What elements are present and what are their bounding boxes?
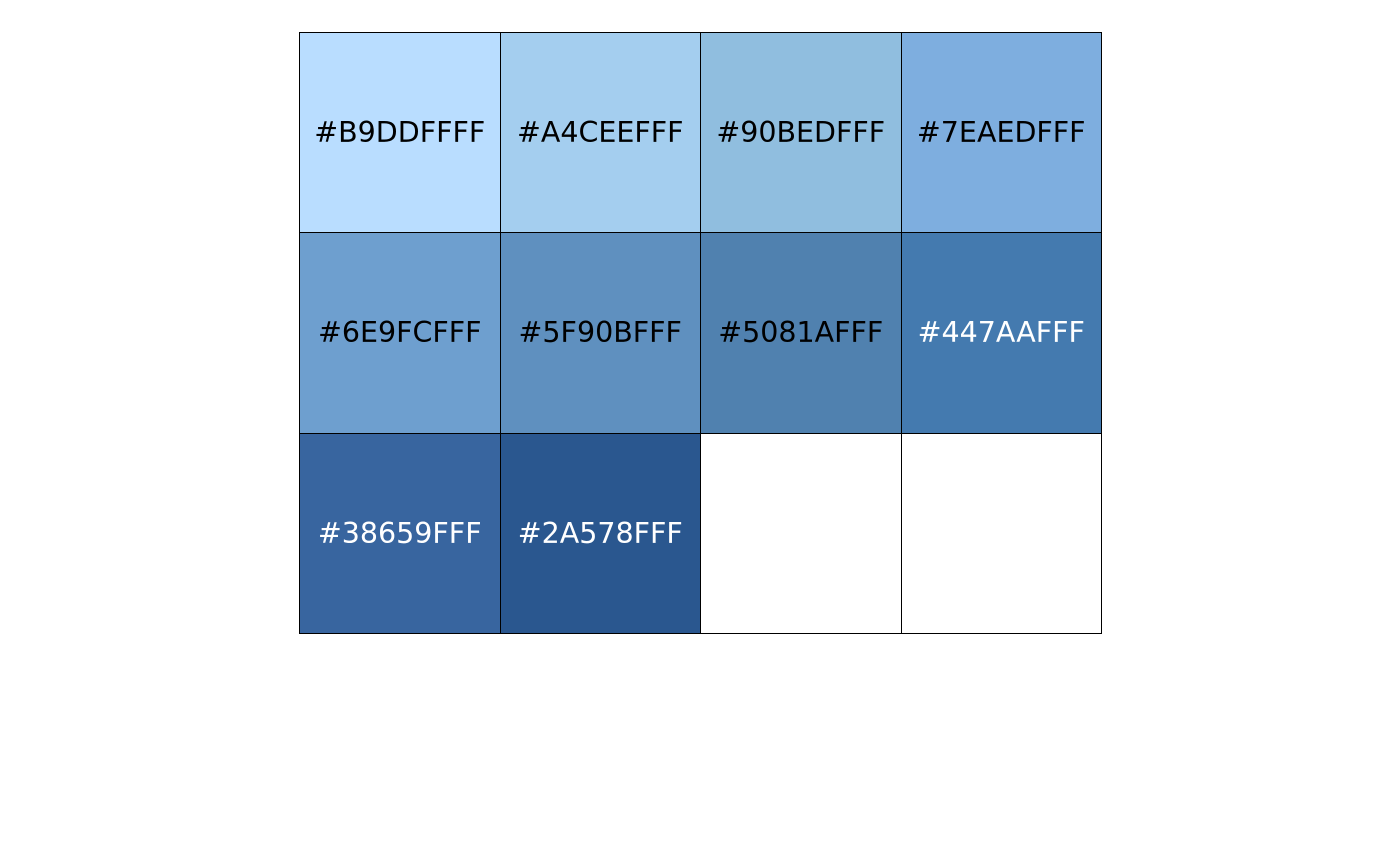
color-swatch-grid: #B9DDFFFF #A4CEEFFF #90BEDFFF #7EAEDFFF #6E9… bbox=[299, 32, 1102, 634]
color-swatch: #5F90BFFF bbox=[499, 232, 701, 434]
color-swatch: #A4CEEFFF bbox=[499, 32, 701, 234]
empty-cell bbox=[900, 432, 1102, 634]
swatch-label: #7EAEDFFF bbox=[916, 116, 1086, 150]
swatch-label: #2A578FFF bbox=[517, 516, 683, 550]
color-swatch: #38659FFF bbox=[299, 432, 501, 634]
swatch-label: #5081AFFF bbox=[718, 316, 884, 350]
swatch-label: #5F90BFFF bbox=[518, 316, 682, 350]
swatch-label: #6E9FCFFF bbox=[317, 316, 482, 350]
color-swatch: #6E9FCFFF bbox=[299, 232, 501, 434]
color-swatch: #B9DDFFFF bbox=[299, 32, 501, 234]
color-swatch: #5081AFFF bbox=[700, 232, 902, 434]
swatch-label: #38659FFF bbox=[317, 516, 482, 550]
color-swatch: #2A578FFF bbox=[499, 432, 701, 634]
swatch-label: #B9DDFFFF bbox=[314, 116, 486, 150]
color-swatch: #447AAFFF bbox=[900, 232, 1102, 434]
swatch-label: #90BEDFFF bbox=[716, 116, 886, 150]
swatch-label: #A4CEEFFF bbox=[516, 116, 684, 150]
empty-cell bbox=[700, 432, 902, 634]
color-swatch: #90BEDFFF bbox=[700, 32, 902, 234]
color-swatch: #7EAEDFFF bbox=[900, 32, 1102, 234]
swatch-label: #447AAFFF bbox=[917, 316, 1085, 350]
